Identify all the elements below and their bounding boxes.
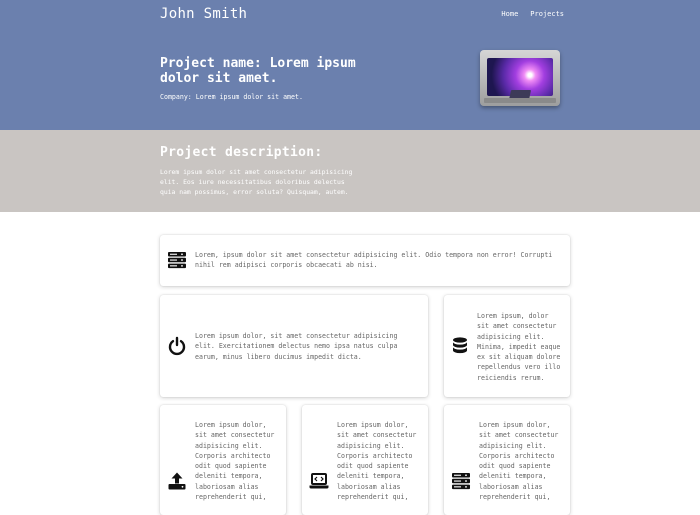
feature-card-text: Lorem ipsum dolor, sit amet consectetur … xyxy=(195,421,275,502)
company-text: Company: Lorem ipsum dolor sit amet. xyxy=(160,93,303,101)
server-icon xyxy=(450,470,472,492)
feature-card-text: Lorem ipsum dolor, sit amet consectetur … xyxy=(479,421,559,502)
server-icon xyxy=(166,249,188,271)
project-image xyxy=(480,50,560,106)
database-icon xyxy=(449,335,471,357)
feature-card: Lorem ipsum dolor, sit amet consectetur … xyxy=(160,405,286,515)
feature-card-text: Lorem ipsum, dolor sit amet consectetur … xyxy=(477,312,561,382)
feature-card-text: Lorem ipsum dolor, sit amet consectetur … xyxy=(337,421,417,502)
description-text: Lorem ipsum dolor sit amet consectetur a… xyxy=(160,168,353,196)
project-title: Project name: Lorem ipsum dolor sit amet… xyxy=(160,56,356,86)
project-image-base xyxy=(484,98,556,103)
feature-card: Lorem ipsum, dolor sit amet consectetur … xyxy=(444,295,570,397)
brand-name[interactable]: John Smith xyxy=(160,6,247,22)
nav-home-link[interactable]: Home xyxy=(501,10,518,18)
power-icon xyxy=(166,335,188,357)
description-section: Project description: Lorem ipsum dolor s… xyxy=(0,130,700,212)
description-title: Project description: xyxy=(160,145,323,160)
feature-card-text: Lorem ipsum dolor, sit amet consectetur … xyxy=(195,332,398,361)
feature-card: Lorem ipsum dolor, sit amet consectetur … xyxy=(444,405,570,515)
nav-projects-link[interactable]: Projects xyxy=(530,10,564,18)
top-nav: Home Projects xyxy=(501,10,564,18)
feature-card: Lorem ipsum dolor, sit amet consectetur … xyxy=(302,405,428,515)
hero-section: John Smith Home Projects Project name: L… xyxy=(0,0,700,130)
feature-card-text: Lorem, ipsum dolor sit amet consectetur … xyxy=(195,251,553,270)
laptop-code-icon xyxy=(308,470,330,492)
upload-icon xyxy=(166,470,188,492)
feature-card: Lorem, ipsum dolor sit amet consectetur … xyxy=(160,235,570,286)
feature-card: Lorem ipsum dolor, sit amet consectetur … xyxy=(160,295,428,397)
